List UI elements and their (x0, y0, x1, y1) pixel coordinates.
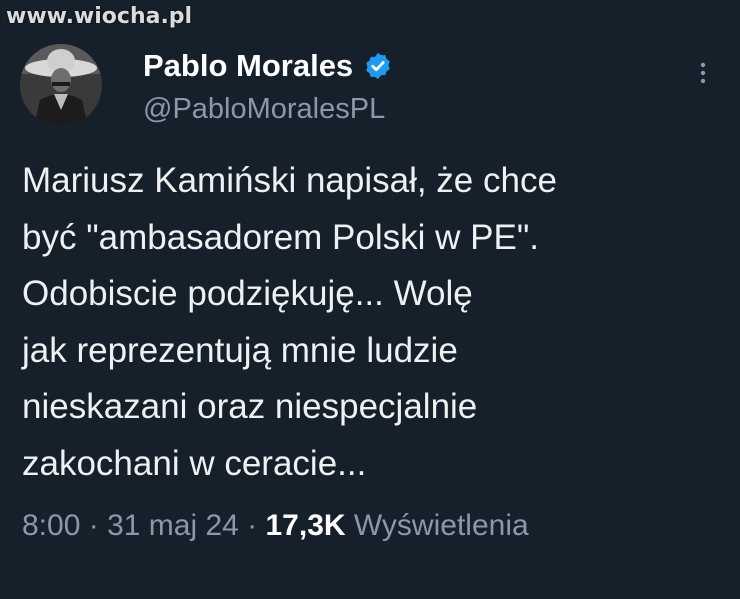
tweet-line: być "ambasadorem Polski w PE". (22, 217, 539, 257)
tweet-line: zakochani w ceracie... (22, 443, 367, 483)
avatar-photo (20, 44, 102, 126)
author-handle[interactable]: @PabloMoralesPL (143, 93, 385, 126)
tweet-text: Mariusz Kamiński napisał, że chce być "a… (22, 153, 722, 492)
tweet-line: jak reprezentują mnie ludzie (22, 330, 458, 370)
author-display-name[interactable]: Pablo Morales (143, 48, 393, 84)
tweet-line: Odobiscie podziękuję... Wolę (22, 274, 473, 313)
tweet-meta: 8:00 · 31 maj 24 · 17,3K Wyświetlenia (22, 509, 529, 543)
meta-separator: · (80, 509, 108, 542)
more-options-icon[interactable] (693, 58, 713, 88)
avatar[interactable] (20, 44, 102, 126)
watermark-logo: www.wiocha.pl (6, 4, 193, 29)
tweet-date[interactable]: 31 maj 24 (107, 509, 239, 542)
tweet-line: nieskazani oraz niespecjalnie (22, 387, 478, 426)
verified-badge-icon (363, 51, 393, 81)
tweet-line: Mariusz Kamiński napisał, że chce (22, 161, 557, 200)
views-count[interactable]: 17,3K (265, 509, 345, 542)
tweet-time[interactable]: 8:00 (22, 509, 80, 542)
author-name-text: Pablo Morales (143, 48, 354, 83)
meta-separator: · (238, 509, 266, 542)
views-label: Wyświetlenia (345, 509, 529, 542)
